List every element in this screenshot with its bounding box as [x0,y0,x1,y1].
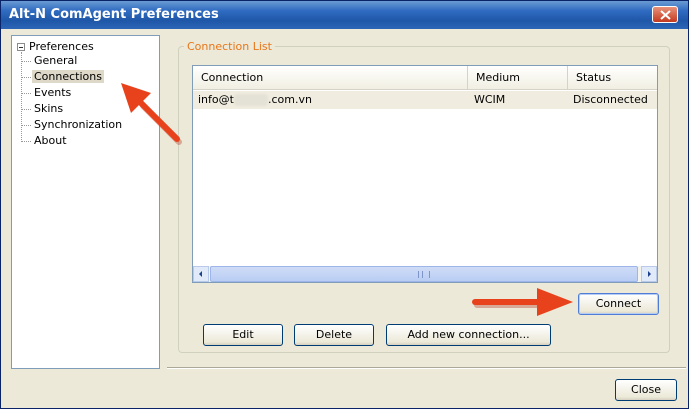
cell-medium: WCIM [474,93,506,106]
close-button[interactable]: Close [615,379,677,401]
tree-connector [21,77,31,78]
window-close-button[interactable] [652,6,678,23]
title-bar: Alt-N ComAgent Preferences [1,1,688,29]
scroll-thumb[interactable] [210,266,638,282]
connections-listview[interactable]: Connection Medium Status info@t .com.vn W… [192,65,658,283]
tree-item-label: Skins [34,102,64,115]
tree-item-label: Connections [32,70,104,83]
close-icon [660,10,671,20]
redacted-text [233,94,268,106]
tree-connector [21,93,31,94]
tree-line [21,52,22,142]
add-new-connection-button[interactable]: Add new connection... [386,324,551,346]
tree-item-label: About [34,134,67,147]
tree-item-label: Events [34,86,72,99]
column-header-connection[interactable]: Connection [193,66,468,89]
connection-name-end: .com.vn [267,93,312,106]
tree-root-label: Preferences [29,40,94,53]
group-title: Connection List [184,40,275,53]
column-header-status[interactable]: Status [568,66,657,89]
preferences-window: Alt-N ComAgent Preferences Preferences G… [0,0,689,409]
minus-box-icon[interactable] [17,43,25,51]
delete-button[interactable]: Delete [294,324,374,346]
tree-item-label: Synchronization [34,118,123,131]
tree-item-label: General [34,54,78,67]
arrow-left-icon [199,271,202,277]
cell-status: Disconnected [573,93,648,106]
window-title: Alt-N ComAgent Preferences [9,7,219,22]
listview-header: Connection Medium Status [193,66,657,90]
arrow-right-icon [648,271,651,277]
table-row[interactable]: info@t .com.vn WCIM Disconnected [193,91,657,109]
tree-connector [21,141,31,142]
horizontal-scrollbar[interactable] [193,266,657,282]
connection-name-start: info@t [198,93,234,106]
divider [167,367,686,369]
edit-button[interactable]: Edit [203,324,283,346]
cell-connection: info@t .com.vn [198,91,312,109]
scroll-left-button[interactable] [193,266,209,282]
scroll-right-button[interactable] [641,266,657,282]
column-header-medium[interactable]: Medium [468,66,568,89]
grip-icon [418,271,430,278]
preferences-tree: Preferences General Connections Events S… [11,35,160,369]
tree-connector [21,61,31,62]
tree-connector [21,109,31,110]
tree-connector [21,125,31,126]
connect-button[interactable]: Connect [578,293,659,315]
